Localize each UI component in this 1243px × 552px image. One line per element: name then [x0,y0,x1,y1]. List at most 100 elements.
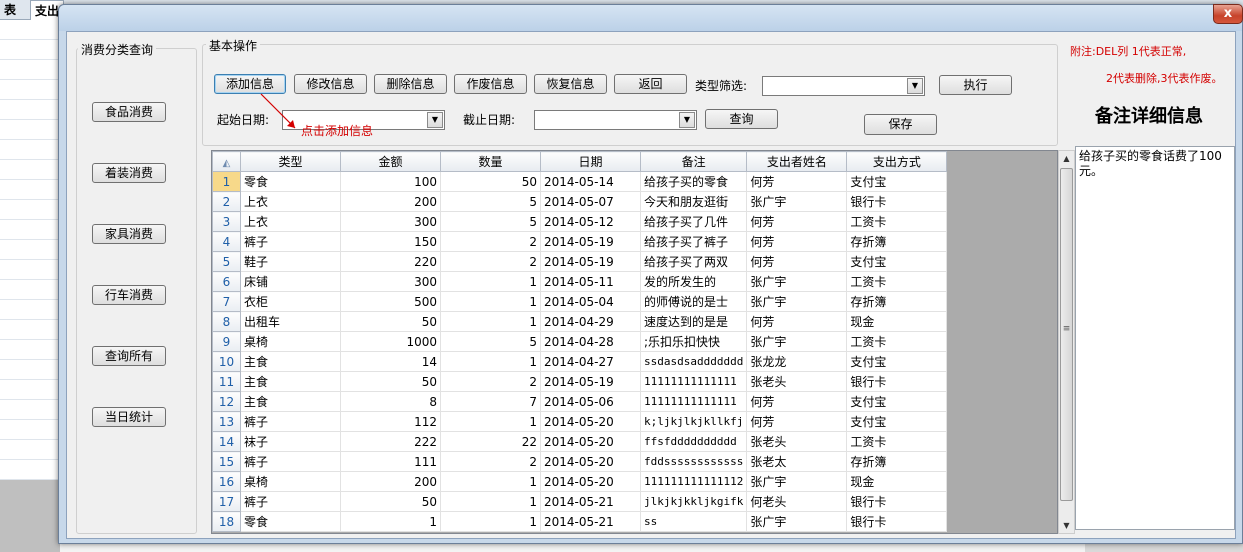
table-cell[interactable]: 50 [340,311,441,332]
table-cell[interactable]: 2014-05-07 [540,191,641,212]
table-row[interactable]: 3 上衣 300 5 2014-05-12 给孩子买了几件 何芳 工资卡 [212,211,948,232]
row-header[interactable]: 17 [212,491,241,512]
select-all-corner[interactable]: ◭ [212,151,241,172]
row-header[interactable]: 9 [212,331,241,352]
table-cell[interactable]: 2014-05-21 [540,511,641,532]
table-cell[interactable]: 2014-05-19 [540,371,641,392]
table-cell[interactable]: 22 [440,431,541,452]
scroll-up-icon[interactable]: ▲ [1059,151,1074,166]
table-cell[interactable]: 何芳 [746,251,848,272]
table-row[interactable]: 13 裤子 112 1 2014-05-20 k;ljkjlkjkllkfj 何芳 支付宝 [212,411,948,432]
table-cell[interactable]: 张老头 [746,371,848,392]
table-cell[interactable]: 2014-04-29 [540,311,641,332]
table-cell[interactable]: fddssssssssssss [639,451,748,472]
table-cell[interactable]: 工资卡 [846,211,948,232]
void-info-button[interactable]: 作废信息 [454,74,527,94]
table-cell[interactable]: 张龙龙 [746,351,848,372]
sidebar-button-query-all[interactable]: 查询所有 [92,346,166,366]
table-row[interactable]: 14 袜子 222 22 2014-05-20 ffsfdddddddddd 张老头 工资卡 [212,431,948,452]
table-cell[interactable]: 张老头 [746,431,848,452]
table-row[interactable]: 11 主食 50 2 2014-05-19 11111111111111 张老头 银行卡 [212,371,948,392]
column-header-quantity[interactable]: 数量 [440,151,541,172]
table-cell[interactable]: 鞋子 [240,251,341,272]
table-cell[interactable]: 2014-04-28 [540,331,641,352]
table-cell[interactable]: 14 [340,351,441,372]
table-cell[interactable]: 2014-05-20 [540,471,641,492]
row-header[interactable]: 2 [212,191,241,212]
column-header-type[interactable]: 类型 [240,151,341,172]
table-cell[interactable]: 何芳 [746,411,848,432]
table-cell[interactable]: 500 [340,291,441,312]
table-cell[interactable]: 2014-04-27 [540,351,641,372]
table-cell[interactable]: 5 [440,331,541,352]
table-row[interactable]: 17 裤子 50 1 2014-05-21 jlkjkjkkljkgifk 何老头 银行卡 [212,491,948,512]
table-cell[interactable]: 何老头 [746,491,848,512]
table-cell[interactable]: k;ljkjlkjkllkfj [639,411,748,432]
table-row[interactable]: 9 桌椅 1000 5 2014-04-28 ;乐扣乐扣快快 张广宇 工资卡 [212,331,948,352]
table-cell[interactable]: 2014-05-11 [540,271,641,292]
table-cell[interactable]: 5 [440,191,541,212]
table-cell[interactable]: 1 [440,311,541,332]
table-cell[interactable]: 2014-05-14 [540,171,641,192]
table-cell[interactable]: 零食 [240,511,341,532]
edit-info-button[interactable]: 修改信息 [294,74,367,94]
table-cell[interactable]: 存折簿 [846,291,948,312]
row-header[interactable]: 12 [212,391,241,412]
table-cell[interactable]: 床铺 [240,271,341,292]
table-cell[interactable]: 张广宇 [746,291,848,312]
column-header-amount[interactable]: 金额 [340,151,441,172]
column-header-payment-method[interactable]: 支出方式 [846,151,948,172]
table-row[interactable]: 2 上衣 200 5 2014-05-07 今天和朋友逛街 张广宇 银行卡 [212,191,948,212]
table-cell[interactable]: 裤子 [240,491,341,512]
column-header-date[interactable]: 日期 [540,151,641,172]
sidebar-button-vehicle[interactable]: 行车消费 [92,285,166,305]
table-cell[interactable]: 支付宝 [846,171,948,192]
save-button[interactable]: 保存 [864,114,937,135]
table-cell[interactable]: 主食 [240,391,341,412]
table-cell[interactable]: 银行卡 [846,191,948,212]
table-cell[interactable]: 桌椅 [240,331,341,352]
table-row[interactable]: 1 零食 100 50 2014-05-14 给孩子买的零食 何芳 支付宝 [212,171,948,192]
table-cell[interactable]: 何芳 [746,391,848,412]
table-cell[interactable]: 桌椅 [240,471,341,492]
table-cell[interactable]: 50 [440,171,541,192]
table-cell[interactable]: 裤子 [240,231,341,252]
row-header[interactable]: 6 [212,271,241,292]
table-cell[interactable]: 11111111111111 [639,391,748,412]
row-header[interactable]: 10 [212,351,241,372]
row-header[interactable]: 11 [212,371,241,392]
sidebar-button-daily-stats[interactable]: 当日统计 [92,407,166,427]
table-cell[interactable]: 主食 [240,371,341,392]
table-row[interactable]: 4 裤子 150 2 2014-05-19 给孩子买了裤子 何芳 存折簿 [212,231,948,252]
table-cell[interactable]: 存折簿 [846,231,948,252]
table-cell[interactable]: 2014-05-06 [540,391,641,412]
close-button[interactable]: x [1213,4,1243,24]
table-cell[interactable]: 50 [340,371,441,392]
row-header[interactable]: 14 [212,431,241,452]
table-cell[interactable]: 张广宇 [746,471,848,492]
table-cell[interactable]: 现金 [846,471,948,492]
table-row[interactable]: 18 零食 1 1 2014-05-21 ss 张广宇 银行卡 [212,511,948,532]
table-cell[interactable]: 给孩子买的零食 [639,171,748,192]
table-cell[interactable]: 2014-05-21 [540,491,641,512]
table-cell[interactable]: 1 [440,471,541,492]
table-cell[interactable]: 111 [340,451,441,472]
row-header[interactable]: 16 [212,471,241,492]
row-header[interactable]: 13 [212,411,241,432]
scroll-down-icon[interactable]: ▼ [1059,518,1074,533]
table-cell[interactable]: 2 [440,451,541,472]
table-cell[interactable]: 1 [340,511,441,532]
table-cell[interactable]: 支付宝 [846,391,948,412]
execute-button[interactable]: 执行 [939,75,1012,95]
table-cell[interactable]: 今天和朋友逛街 [639,191,748,212]
table-cell[interactable]: 衣柜 [240,291,341,312]
table-cell[interactable]: 7 [440,391,541,412]
table-cell[interactable]: 张广宇 [746,331,848,352]
chevron-down-icon[interactable]: ▼ [679,112,695,128]
table-cell[interactable]: 张广宇 [746,271,848,292]
table-cell[interactable]: 8 [340,391,441,412]
row-header[interactable]: 1 [212,171,241,192]
table-cell[interactable]: 150 [340,231,441,252]
table-cell[interactable]: 1 [440,351,541,372]
table-cell[interactable]: 上衣 [240,211,341,232]
